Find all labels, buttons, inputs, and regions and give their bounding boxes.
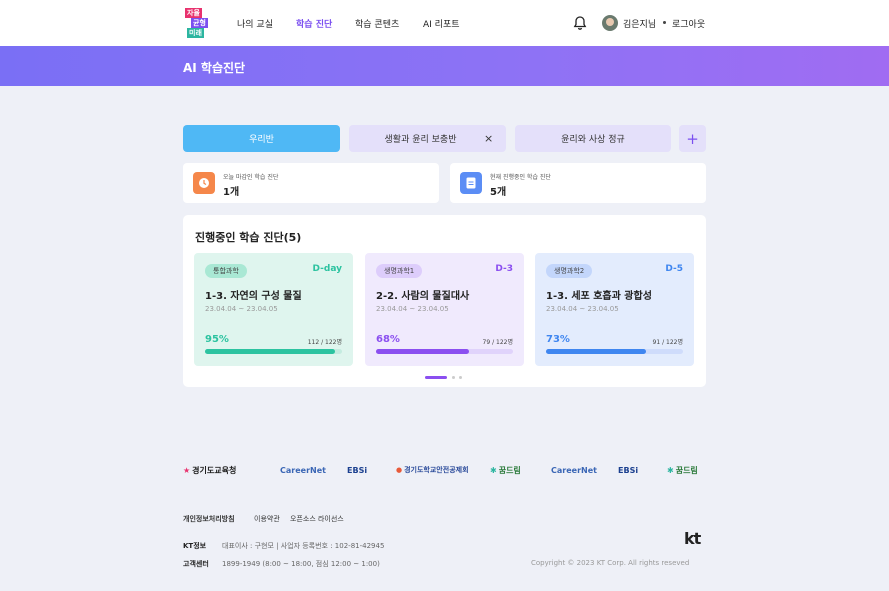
page-dot[interactable] bbox=[452, 376, 455, 379]
nav-my-classroom[interactable]: 나의 교실 bbox=[237, 17, 273, 30]
nav-ai-report[interactable]: AI 리포트 bbox=[423, 17, 460, 30]
partner-logo[interactable]: EBSi bbox=[618, 461, 638, 479]
partner-logo[interactable]: CareerNet bbox=[280, 461, 326, 479]
partner-logo[interactable]: ● 경기도학교안전공제회 bbox=[396, 461, 469, 479]
dday-badge: D-day bbox=[312, 264, 342, 274]
star-icon: ✱ bbox=[490, 465, 497, 475]
subject-badge: 생명과학1 bbox=[376, 264, 423, 278]
progress-bar bbox=[376, 349, 513, 354]
card-date: 23.04.04 ~ 23.04.05 bbox=[205, 305, 278, 313]
clock-icon bbox=[193, 172, 215, 194]
logo-line-2: 균형 bbox=[191, 18, 208, 28]
participant-count: 112 / 122명 bbox=[307, 339, 342, 346]
site-logo[interactable]: 자율 균형 미래 bbox=[185, 8, 213, 38]
progress-percent: 68% bbox=[376, 334, 400, 345]
avatar[interactable] bbox=[602, 15, 618, 31]
copyright-text: Copyright © 2023 KT Corp. All rights res… bbox=[531, 559, 690, 567]
open-source-license-link[interactable]: 오픈소스 라이선스 bbox=[290, 514, 344, 524]
card-date: 23.04.04 ~ 23.04.05 bbox=[546, 305, 619, 313]
progress-percent: 95% bbox=[205, 334, 229, 345]
tab-ethics-thought[interactable]: 윤리와 사상 정규 bbox=[515, 125, 671, 152]
card-date: 23.04.04 ~ 23.04.05 bbox=[376, 305, 449, 313]
carousel-pagination bbox=[425, 376, 465, 380]
progress-bar bbox=[546, 349, 683, 354]
panel-title: 진행중인 학습 진단(5) bbox=[195, 231, 302, 244]
logo-line-1: 자율 bbox=[185, 8, 202, 18]
stat-in-progress: 현재 진행중인 학습 진단 5개 bbox=[450, 163, 706, 203]
partner-name: 경기도교육청 bbox=[192, 465, 237, 475]
stat-value: 1개 bbox=[223, 187, 240, 198]
tab-our-class[interactable]: 우리반 bbox=[183, 125, 340, 152]
customer-center-label: 고객센터 bbox=[183, 560, 209, 568]
partner-name: CareerNet bbox=[280, 465, 326, 475]
close-tab-icon[interactable]: × bbox=[484, 132, 493, 145]
user-name: 김은지님 bbox=[623, 20, 657, 30]
stat-label: 현재 진행중인 학습 진단 bbox=[490, 174, 551, 181]
bell-icon[interactable] bbox=[572, 15, 588, 31]
stat-label: 오늘 마감인 학습 진단 bbox=[223, 174, 279, 181]
privacy-policy-link[interactable]: 개인정보처리방침 bbox=[183, 514, 235, 524]
subject-badge: 생명과학2 bbox=[546, 264, 593, 278]
card-title: 1-3. 자연의 구성 물질 bbox=[205, 291, 302, 302]
partner-name: EBSi bbox=[618, 465, 639, 475]
nav-learning-diagnosis[interactable]: 학습 진단 bbox=[296, 17, 332, 30]
partner-logo[interactable]: ✱ 꿈드림 bbox=[667, 461, 698, 479]
nav-learning-content[interactable]: 학습 콘텐츠 bbox=[355, 17, 399, 30]
tab-label: 우리반 bbox=[249, 135, 274, 145]
participant-count: 79 / 122명 bbox=[482, 339, 513, 346]
dday-badge: D-3 bbox=[495, 264, 513, 274]
partner-name: CareerNet bbox=[551, 465, 597, 475]
star-icon: ✱ bbox=[667, 465, 674, 475]
terms-link[interactable]: 이용약관 bbox=[254, 514, 280, 524]
partner-logo[interactable]: ✱ 꿈드림 bbox=[490, 461, 521, 479]
page-title: AI 학습진단 bbox=[183, 61, 246, 75]
page-banner: AI 학습진단 bbox=[0, 46, 889, 86]
top-header: 자율 균형 미래 나의 교실 학습 진단 학습 콘텐츠 AI 리포트 김은지님 … bbox=[0, 0, 889, 46]
customer-center-text: 1899-1949 (8:00 ~ 18:00, 점심 12:00 ~ 1:00… bbox=[222, 560, 380, 568]
partner-logo[interactable]: EBSi bbox=[347, 461, 367, 479]
progress-bar bbox=[205, 349, 342, 354]
participant-count: 91 / 122명 bbox=[652, 339, 683, 346]
card-title: 1-3. 세포 호흡과 광합성 bbox=[546, 291, 652, 302]
add-tab-button[interactable]: + bbox=[679, 125, 706, 152]
tab-label: 생활과 윤리 보충반 bbox=[384, 135, 457, 145]
partner-name: EBSi bbox=[347, 465, 368, 475]
stat-value: 5개 bbox=[490, 187, 507, 198]
page-dot[interactable] bbox=[459, 376, 462, 379]
logout-link[interactable]: 로그아웃 bbox=[672, 17, 705, 30]
progress-fill bbox=[205, 349, 336, 354]
progress-fill bbox=[376, 349, 470, 354]
kt-info-text: 대표이사 : 구현모 | 사업자 등록번호 : 102-81-42945 bbox=[222, 542, 385, 550]
card-title: 2-2. 사람의 물질대사 bbox=[376, 291, 470, 302]
progress-fill bbox=[546, 349, 646, 354]
document-icon bbox=[460, 172, 482, 194]
diagnosis-card[interactable]: 생명과학1 D-3 2-2. 사람의 물질대사 23.04.04 ~ 23.04… bbox=[365, 253, 524, 366]
progress-percent: 73% bbox=[546, 334, 570, 345]
partner-name: 꿈드림 bbox=[498, 465, 521, 475]
partner-logo[interactable]: CareerNet bbox=[551, 461, 597, 479]
emblem-icon: ● bbox=[396, 466, 403, 474]
partner-logo[interactable]: ★ 경기도교육청 bbox=[183, 461, 236, 479]
diagnosis-card[interactable]: 통합과학 D-day 1-3. 자연의 구성 물질 23.04.04 ~ 23.… bbox=[194, 253, 353, 366]
diagnosis-card[interactable]: 생명과학2 D-5 1-3. 세포 호흡과 광합성 23.04.04 ~ 23.… bbox=[535, 253, 694, 366]
in-progress-panel: 진행중인 학습 진단(5) 통합과학 D-day 1-3. 자연의 구성 물질 … bbox=[183, 215, 706, 387]
dday-badge: D-5 bbox=[665, 264, 683, 274]
tab-label: 윤리와 사상 정규 bbox=[561, 135, 625, 145]
partner-name: 경기도학교안전공제회 bbox=[404, 466, 469, 474]
kt-info-label: KT정보 bbox=[183, 542, 207, 550]
logo-line-3: 미래 bbox=[187, 28, 204, 38]
star-icon: ★ bbox=[183, 465, 191, 475]
separator-dot bbox=[663, 21, 666, 24]
partner-name: 꿈드림 bbox=[675, 465, 698, 475]
kt-logo: kt bbox=[684, 529, 701, 548]
subject-badge: 통합과학 bbox=[205, 264, 247, 278]
tab-ethics-supplement[interactable]: 생활과 윤리 보충반 bbox=[349, 125, 506, 152]
stat-due-today: 오늘 마감인 학습 진단 1개 bbox=[183, 163, 439, 203]
page-dot-active[interactable] bbox=[425, 376, 447, 379]
